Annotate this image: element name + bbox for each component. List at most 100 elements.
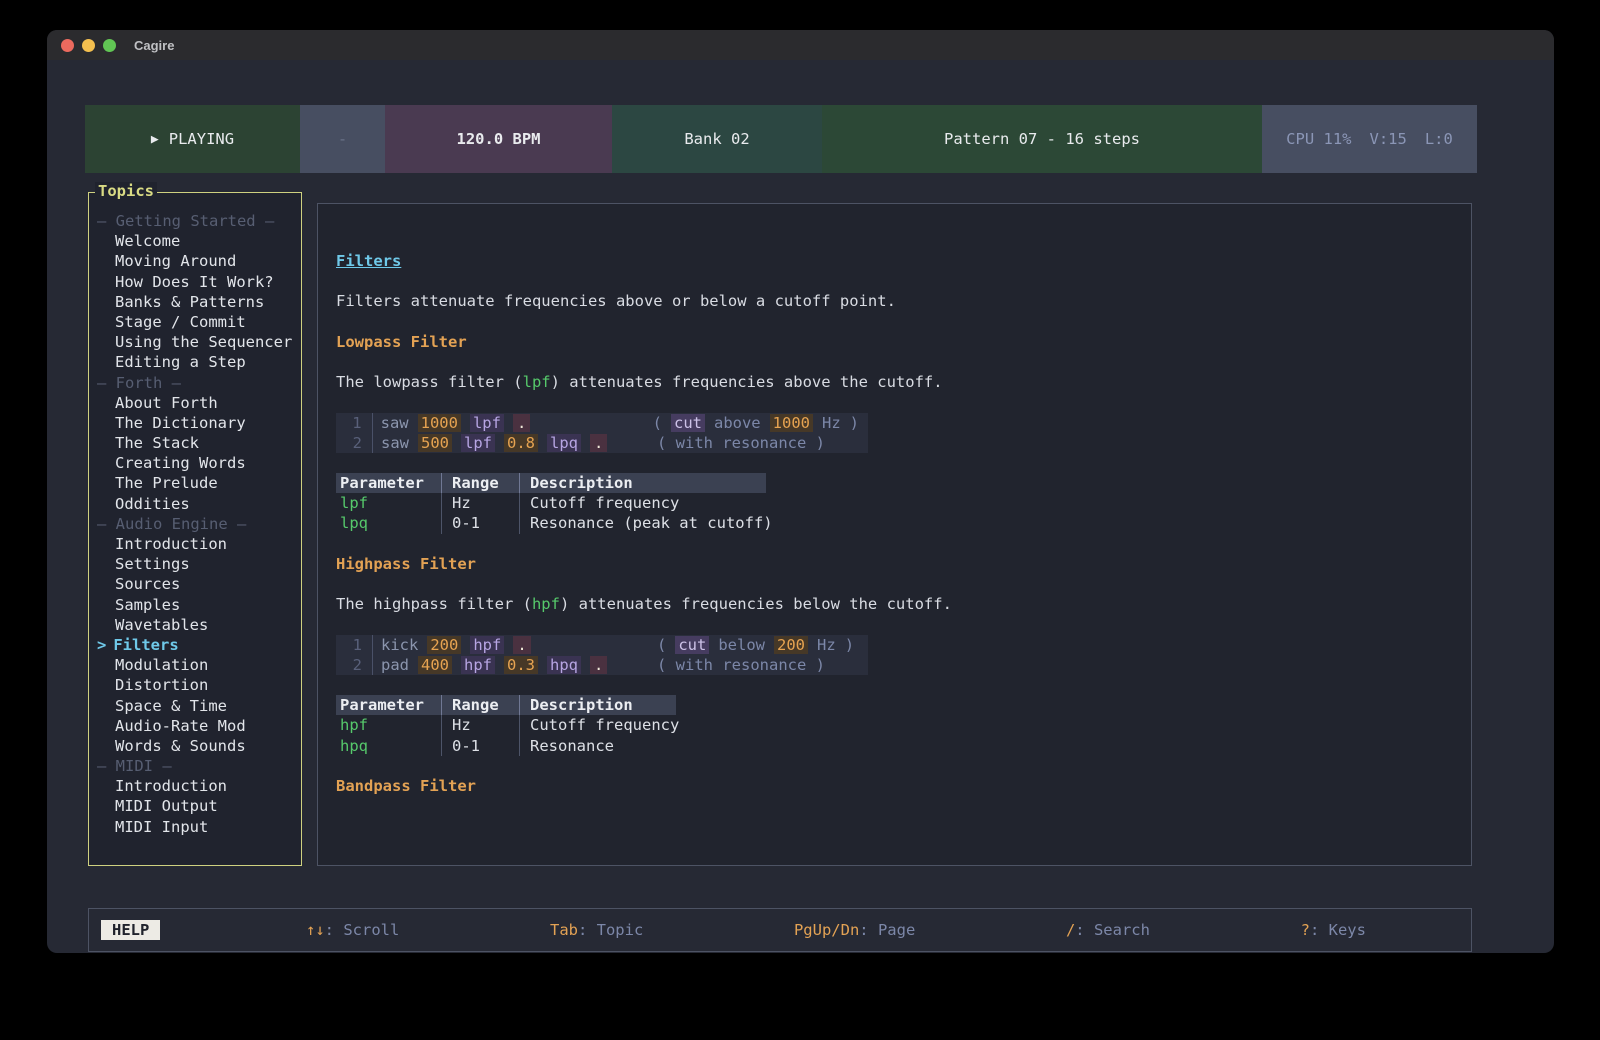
close-button[interactable] bbox=[61, 39, 74, 52]
highpass-code-block: 1 kick200hpf. (cutbelow200Hz) 2 pad400hp… bbox=[336, 635, 868, 675]
code-number: 0.3 bbox=[504, 656, 538, 674]
lowpass-desc-pre: The lowpass filter ( bbox=[336, 373, 523, 391]
topic-item-samples[interactable]: Samples bbox=[97, 595, 301, 615]
topic-item-banks-patterns[interactable]: Banks & Patterns bbox=[97, 292, 301, 312]
hint-search: /: Search bbox=[1066, 921, 1150, 939]
topic-item-words-sounds[interactable]: Words & Sounds bbox=[97, 736, 301, 756]
footer-bar: HELP ↑↓: Scroll Tab: Topic PgUp/Dn: Page… bbox=[88, 908, 1472, 952]
gutter-divider bbox=[372, 433, 373, 453]
code-number: 500 bbox=[418, 434, 452, 452]
comment-word: below bbox=[718, 636, 765, 654]
desktop: Cagire ▶ PLAYING - 120.0 BPM Bank 02 Pat bbox=[0, 0, 1600, 1040]
topic-item-filters[interactable]: >Filters bbox=[97, 635, 301, 655]
code-word: kick bbox=[381, 636, 418, 654]
lowpass-desc-post: ) attenuates frequencies above the cutof… bbox=[551, 373, 943, 391]
topic-item-wavetables[interactable]: Wavetables bbox=[97, 615, 301, 635]
code-number: 200 bbox=[427, 636, 461, 654]
line-number: 2 bbox=[336, 655, 362, 675]
topic-item-space-time[interactable]: Space & Time bbox=[97, 696, 301, 716]
window-title: Cagire bbox=[134, 38, 174, 53]
topic-item-sources[interactable]: Sources bbox=[97, 574, 301, 594]
comment-number: 1000 bbox=[770, 414, 813, 432]
code-operator: hpf bbox=[470, 636, 504, 654]
topic-item-creating-words[interactable]: Creating Words bbox=[97, 453, 301, 473]
comment-paren: ( bbox=[653, 414, 662, 432]
topics-panel: Topics — Getting Started — Welcome Movin… bbox=[88, 192, 302, 866]
bpm-value: 120.0 BPM bbox=[457, 130, 541, 148]
page-title: Filters bbox=[336, 251, 1453, 271]
table-cell: Hz bbox=[441, 715, 519, 735]
lowpass-description: The lowpass filter (lpf) attenuates freq… bbox=[336, 372, 1453, 392]
intro-text: Filters attenuate frequencies above or b… bbox=[336, 291, 1453, 311]
title-bar: Cagire bbox=[47, 30, 1554, 60]
table-cell: Cutoff frequency bbox=[519, 493, 766, 513]
topic-item-the-stack[interactable]: The Stack bbox=[97, 433, 301, 453]
lpf-keyword: lpf bbox=[523, 373, 551, 391]
minimize-button[interactable] bbox=[82, 39, 95, 52]
table-header-description: Description bbox=[519, 473, 766, 493]
code-tokens: kick200hpf. bbox=[381, 635, 657, 655]
comment-paren: ) bbox=[845, 636, 854, 654]
topic-item-using-the-sequencer[interactable]: Using the Sequencer bbox=[97, 332, 301, 352]
topic-item-the-dictionary[interactable]: The Dictionary bbox=[97, 413, 301, 433]
maximize-button[interactable] bbox=[103, 39, 116, 52]
topic-item-distortion[interactable]: Distortion bbox=[97, 675, 301, 695]
app-body: ▶ PLAYING - 120.0 BPM Bank 02 Pattern 07… bbox=[47, 60, 1554, 953]
table-cell: lpq bbox=[336, 513, 441, 533]
line-number: 2 bbox=[336, 433, 362, 453]
code-tokens: saw1000lpf. bbox=[381, 413, 653, 433]
topic-item-welcome[interactable]: Welcome bbox=[97, 231, 301, 251]
topic-item-moving-around[interactable]: Moving Around bbox=[97, 251, 301, 271]
topic-item-stage-commit[interactable]: Stage / Commit bbox=[97, 312, 301, 332]
table-header-parameter: Parameter bbox=[336, 473, 441, 493]
code-comment: (cutabove1000Hz) bbox=[653, 413, 868, 433]
comment-paren: ( bbox=[657, 636, 666, 654]
voices-value: V:15 bbox=[1370, 130, 1407, 148]
table-cell: Hz bbox=[441, 493, 519, 513]
comment-highlight: cut bbox=[675, 636, 709, 654]
code-dot: . bbox=[590, 434, 607, 452]
topics-panel-title: Topics bbox=[95, 182, 157, 200]
code-word: saw bbox=[381, 434, 409, 452]
lowpass-params-table: Parameter Range Description lpf Hz Cutof… bbox=[336, 473, 766, 534]
topic-item-introduction-midi[interactable]: Introduction bbox=[97, 776, 301, 796]
selection-marker: > bbox=[97, 636, 106, 654]
arrows-key-icon: ↑↓ bbox=[306, 921, 325, 939]
code-operator: hpq bbox=[547, 656, 581, 674]
code-number: 400 bbox=[418, 656, 452, 674]
lowpass-code-block: 1 saw1000lpf. (cutabove1000Hz) 2 saw500l… bbox=[336, 413, 868, 453]
topic-item-editing-a-step[interactable]: Editing a Step bbox=[97, 352, 301, 372]
comment-number: 200 bbox=[774, 636, 808, 654]
hint-page: PgUp/Dn: Page bbox=[794, 921, 915, 939]
table-cell: lpf bbox=[336, 493, 441, 513]
topic-item-midi-input[interactable]: MIDI Input bbox=[97, 817, 301, 837]
topic-item-introduction-audio[interactable]: Introduction bbox=[97, 534, 301, 554]
topic-item-about-forth[interactable]: About Forth bbox=[97, 393, 301, 413]
table-header-parameter: Parameter bbox=[336, 695, 441, 715]
bank-value: Bank 02 bbox=[684, 130, 749, 148]
topic-item-oddities[interactable]: Oddities bbox=[97, 494, 301, 514]
topic-item-modulation[interactable]: Modulation bbox=[97, 655, 301, 675]
topic-item-the-prelude[interactable]: The Prelude bbox=[97, 473, 301, 493]
topic-item-settings[interactable]: Settings bbox=[97, 554, 301, 574]
code-dot: . bbox=[590, 656, 607, 674]
table-cell: 0-1 bbox=[441, 513, 519, 533]
hint-keys: ?: Keys bbox=[1301, 921, 1366, 939]
record-indicator: - bbox=[338, 130, 347, 148]
topic-section-midi: — MIDI — bbox=[97, 756, 301, 776]
table-cell: hpq bbox=[336, 736, 441, 756]
comment-paren: ) bbox=[850, 414, 859, 432]
code-line: 2 saw500lpf0.8lpq. ( with resonance ) bbox=[336, 433, 868, 453]
pattern-value: Pattern 07 - 16 steps bbox=[944, 130, 1140, 148]
topic-item-midi-output[interactable]: MIDI Output bbox=[97, 796, 301, 816]
table-header-description: Description bbox=[519, 695, 676, 715]
highpass-params-table: Parameter Range Description hpf Hz Cutof… bbox=[336, 695, 676, 756]
topic-item-how-does-it-work[interactable]: How Does It Work? bbox=[97, 272, 301, 292]
gutter-divider bbox=[372, 413, 373, 433]
latency-value: L:0 bbox=[1425, 130, 1453, 148]
table-header-range: Range bbox=[441, 695, 519, 715]
topic-item-audio-rate-mod[interactable]: Audio-Rate Mod bbox=[97, 716, 301, 736]
table-cell: Resonance bbox=[519, 736, 676, 756]
highpass-desc-post: ) attenuates frequencies below the cutof… bbox=[560, 595, 952, 613]
code-operator: lpf bbox=[461, 434, 495, 452]
